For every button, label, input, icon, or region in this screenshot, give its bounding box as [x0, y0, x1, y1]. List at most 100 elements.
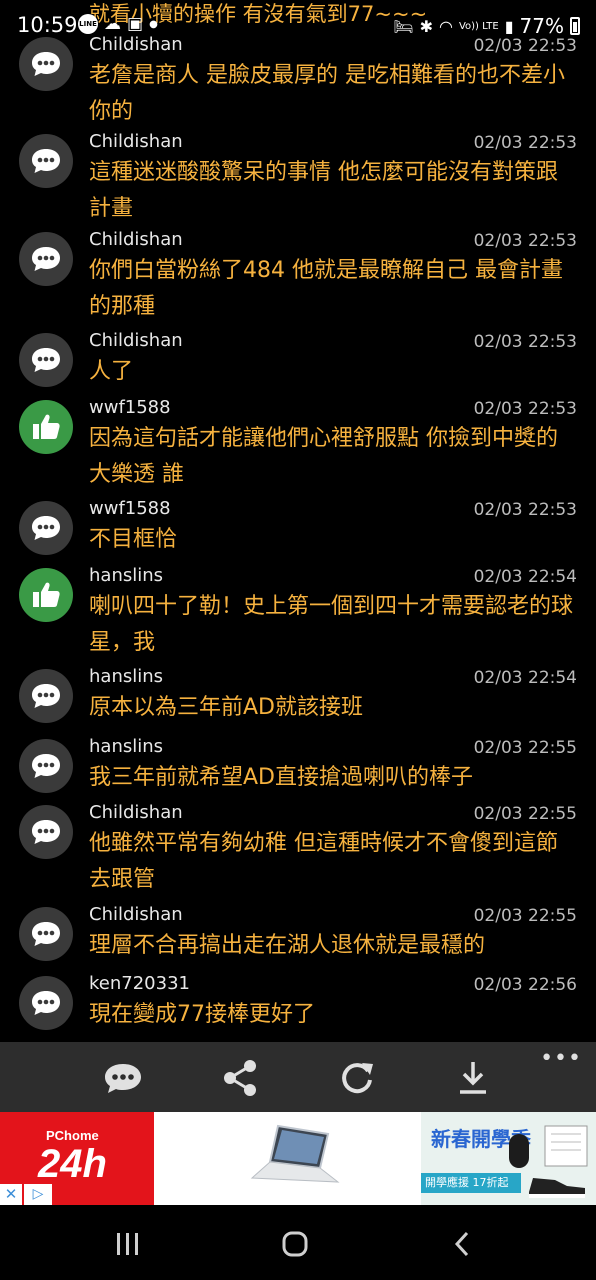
home-icon — [282, 1231, 308, 1257]
comment-text: 我三年前就希望AD直接搶過喇叭的棒子 — [89, 765, 473, 790]
comment-item[interactable]: Childishan 02/03 22:55 他雖然平常有夠幼稚 但這種時候才不會傻… — [0, 802, 596, 900]
comment-item[interactable]: Childishan 02/03 22:55 理層不合再搞出走在湖人退休就是最穩的 — [0, 904, 596, 970]
comment-text: 他雖然平常有夠幼稚 但這種時候才不會傻到這節去跟管 — [89, 831, 558, 892]
more-options-button[interactable]: ••• — [540, 1046, 582, 1071]
comment-list[interactable]: Childishan 02/03 22:53 老詹是商人 是臉皮最厚的 是吃相難看的… — [0, 0, 596, 1042]
comment-avatar — [19, 134, 73, 188]
comment-timestamp: 02/03 22:53 — [473, 36, 577, 56]
comment-text: 人了 — [89, 359, 134, 384]
comment-avatar — [19, 739, 73, 793]
comment-item[interactable]: hanslins 02/03 22:55 我三年前就希望AD直接搶過喇叭的棒子 — [0, 736, 596, 802]
comment-text: 理層不合再搞出走在湖人退休就是最穩的 — [89, 933, 486, 958]
comment-author[interactable]: wwf1588 — [89, 498, 171, 519]
refresh-icon — [342, 1063, 373, 1094]
comment-item[interactable]: Childishan 02/03 22:53 人了 — [0, 330, 596, 396]
ad-banner[interactable]: PChome 24h ✕ ▷ 新春開學季 開學應援 17折起 — [0, 1112, 596, 1205]
comment-author[interactable]: Childishan — [89, 330, 183, 351]
thumbs-up-icon — [33, 414, 60, 439]
comment-item[interactable]: wwf1588 02/03 22:53 不目框恰 — [0, 498, 596, 564]
back-icon — [454, 1231, 469, 1257]
comment-icon — [105, 1064, 141, 1093]
comment-timestamp: 02/03 22:55 — [473, 804, 577, 824]
comment-author[interactable]: Childishan — [89, 802, 183, 823]
like-avatar — [19, 568, 73, 622]
comment-avatar — [19, 805, 73, 859]
comment-item[interactable]: hanslins 02/03 22:54 喇叭四十了勒！史上第一個到四十才需要認老的… — [0, 565, 596, 663]
comment-item[interactable]: Childishan 02/03 22:53 這種迷迷酸酸驚呆的事情 他怎麼可能沒有… — [0, 131, 596, 229]
mouse-image — [509, 1134, 529, 1168]
chat-bubble-icon — [32, 922, 60, 946]
comment-avatar — [19, 907, 73, 961]
refresh-button[interactable] — [335, 1056, 379, 1100]
home-button[interactable] — [275, 1227, 315, 1261]
comment-avatar — [19, 232, 73, 286]
recents-button[interactable] — [108, 1227, 148, 1261]
comment-timestamp: 02/03 22:53 — [473, 399, 577, 419]
comment-item[interactable]: Childishan 02/03 22:53 你們白當粉絲了484 他就是最瞭解自己… — [0, 229, 596, 327]
comment-avatar — [19, 333, 73, 387]
comment-author[interactable]: hanslins — [89, 666, 163, 687]
comment-item[interactable]: wwf1588 02/03 22:53 因為這句話才能讓他們心裡舒服點 你撿到中獎的… — [0, 397, 596, 495]
comment-item[interactable]: ken720331 02/03 22:56 現在變成77接棒更好了 — [0, 973, 596, 1039]
ad-close-button[interactable]: ✕ — [0, 1184, 22, 1205]
comment-author[interactable]: Childishan — [89, 131, 183, 152]
comment-timestamp: 02/03 22:53 — [473, 332, 577, 352]
ad-info-icon[interactable]: ▷ — [24, 1184, 52, 1205]
chat-bubble-icon — [32, 247, 60, 271]
chat-bubble-icon — [32, 52, 60, 76]
comment-timestamp: 02/03 22:55 — [473, 906, 577, 926]
comment-text: 老詹是商人 是臉皮最厚的 是吃相難看的也不差小你的 — [89, 63, 565, 124]
comment-author[interactable]: Childishan — [89, 34, 183, 55]
book-image — [544, 1125, 588, 1167]
comment-timestamp: 02/03 22:53 — [473, 500, 577, 520]
comment-author[interactable]: ken720331 — [89, 973, 190, 994]
comment-item[interactable]: hanslins 02/03 22:54 原本以為三年前AD就該接班 — [0, 666, 596, 732]
back-button[interactable] — [442, 1227, 482, 1261]
chat-bubble-icon — [32, 684, 60, 708]
comment-timestamp: 02/03 22:55 — [473, 738, 577, 758]
download-button[interactable] — [451, 1056, 495, 1100]
comment-text: 這種迷迷酸酸驚呆的事情 他怎麼可能沒有對策跟計畫 — [89, 160, 558, 221]
comment-text: 因為這句話才能讓他們心裡舒服點 你撿到中獎的大樂透 誰 — [89, 426, 558, 487]
share-icon — [224, 1060, 256, 1096]
comment-timestamp: 02/03 22:53 — [473, 133, 577, 153]
comment-author[interactable]: hanslins — [89, 565, 163, 586]
comment-text: 你們白當粉絲了484 他就是最瞭解自己 最會計畫的那種 — [89, 258, 563, 319]
recents-icon — [117, 1233, 138, 1255]
promo-subtitle: 開學應援 17折起 — [421, 1173, 521, 1193]
comment-button[interactable] — [101, 1056, 145, 1100]
comment-timestamp: 02/03 22:54 — [473, 668, 577, 688]
chat-bubble-icon — [32, 754, 60, 778]
comment-timestamp: 02/03 22:53 — [473, 231, 577, 251]
chat-bubble-icon — [32, 991, 60, 1015]
comment-author[interactable]: wwf1588 — [89, 397, 171, 418]
comment-text: 喇叭四十了勒！史上第一個到四十才需要認老的球星，我 — [89, 594, 574, 655]
comment-avatar — [19, 669, 73, 723]
laptop-image — [250, 1124, 340, 1183]
comment-timestamp: 02/03 22:54 — [473, 567, 577, 587]
system-nav-bar — [0, 1205, 596, 1280]
comment-text: 不目框恰 — [89, 527, 178, 552]
thumbs-up-icon — [33, 582, 60, 607]
chat-bubble-icon — [32, 149, 60, 173]
comment-text: 現在變成77接棒更好了 — [89, 1002, 315, 1027]
ad-promo-panel: 新春開學季 開學應援 17折起 — [421, 1112, 596, 1205]
chat-bubble-icon — [32, 820, 60, 844]
comment-timestamp: 02/03 22:56 — [473, 975, 577, 995]
bottom-toolbar: ••• — [0, 1042, 596, 1112]
download-icon — [460, 1062, 486, 1094]
comment-avatar — [19, 501, 73, 555]
chat-bubble-icon — [32, 516, 60, 540]
comment-author[interactable]: hanslins — [89, 736, 163, 757]
pchome-text: PChome — [46, 1128, 99, 1143]
comment-author[interactable]: Childishan — [89, 229, 183, 250]
sneaker-image — [529, 1178, 585, 1198]
comment-author[interactable]: Childishan — [89, 904, 183, 925]
like-avatar — [19, 400, 73, 454]
comment-avatar — [19, 976, 73, 1030]
comment-text: 原本以為三年前AD就該接班 — [89, 695, 363, 720]
pchome-24h-text: 24h — [38, 1142, 107, 1186]
share-button[interactable] — [218, 1056, 262, 1100]
chat-bubble-icon — [32, 348, 60, 372]
comment-item[interactable]: Childishan 02/03 22:53 老詹是商人 是臉皮最厚的 是吃相難看的… — [0, 34, 596, 132]
